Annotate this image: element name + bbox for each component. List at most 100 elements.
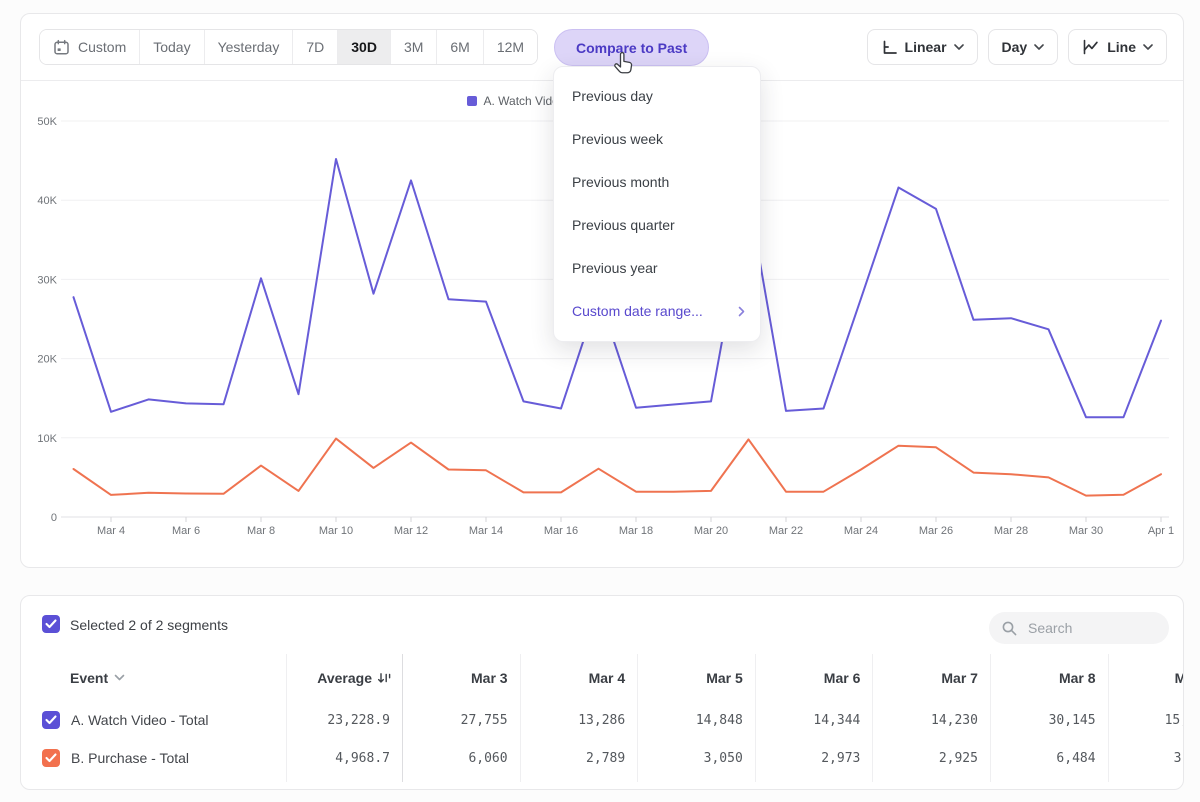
preset-3m[interactable]: 3M bbox=[390, 30, 436, 64]
chevron-down-icon bbox=[114, 674, 125, 681]
segments-table-card: Selected 2 of 2 segments Event Average Mar… bbox=[20, 595, 1184, 790]
column-divider bbox=[872, 654, 873, 782]
menu-item-custom-date-range[interactable]: Custom date range... bbox=[554, 290, 760, 333]
x-axis-label: Mar 16 bbox=[544, 525, 578, 537]
menu-item-previous-quarter[interactable]: Previous quarter bbox=[554, 204, 760, 247]
chevron-down-icon bbox=[1034, 44, 1044, 50]
column-divider bbox=[990, 654, 991, 782]
preset-label: Custom bbox=[78, 39, 126, 55]
column-divider bbox=[755, 654, 756, 782]
segment-name: A. Watch Video - Total bbox=[71, 712, 208, 728]
y-axis-label: 0 bbox=[51, 512, 57, 524]
linear-scale-icon bbox=[881, 39, 898, 56]
chart-type-dropdown-button[interactable]: Line bbox=[1068, 29, 1167, 65]
check-icon bbox=[45, 619, 57, 629]
date-value: 3,050 bbox=[637, 751, 755, 766]
interval-label: Day bbox=[1002, 39, 1028, 55]
search-box[interactable] bbox=[989, 612, 1169, 644]
y-axis-label: 50K bbox=[37, 116, 57, 128]
preset-today[interactable]: Today bbox=[139, 30, 203, 64]
scale-label: Linear bbox=[905, 39, 947, 55]
interval-dropdown-button[interactable]: Day bbox=[988, 29, 1059, 65]
preset-7d[interactable]: 7D bbox=[292, 30, 337, 64]
menu-item-previous-month[interactable]: Previous month bbox=[554, 161, 760, 204]
x-axis-label: Mar 10 bbox=[319, 525, 353, 537]
line-chart-icon bbox=[1082, 39, 1100, 55]
x-axis-label: Mar 6 bbox=[172, 525, 200, 537]
x-axis-label: Mar 18 bbox=[619, 525, 653, 537]
preset-30d[interactable]: 30D bbox=[337, 30, 390, 64]
line-series-b-purchase-total bbox=[74, 439, 1162, 496]
date-value-clipped: 3, bbox=[1108, 751, 1184, 766]
table-row: B. Purchase - Total 4,968.76,0602,7893,05… bbox=[21, 739, 1184, 777]
date-column-header: Mar 5 bbox=[637, 670, 755, 686]
selected-segments-label: Selected 2 of 2 segments bbox=[70, 617, 228, 633]
cursor-hand bbox=[612, 50, 638, 78]
chart-display-controls: Linear Day Line bbox=[867, 29, 1167, 65]
scale-dropdown-button[interactable]: Linear bbox=[867, 29, 978, 65]
date-value: 2,925 bbox=[872, 751, 990, 766]
table-row: A. Watch Video - Total23,228.927,75513,2… bbox=[21, 701, 1184, 739]
check-icon bbox=[45, 753, 57, 763]
average-header-label: Average bbox=[317, 670, 372, 686]
date-value-clipped: 15, bbox=[1108, 713, 1184, 728]
table-header-row: Event Average Mar 3Mar 4Mar 5Mar 6Mar 7Mar… bbox=[21, 654, 1184, 701]
date-value: 13,286 bbox=[520, 713, 638, 728]
y-axis-label: 20K bbox=[37, 354, 57, 366]
search-icon bbox=[1001, 620, 1018, 637]
segment-checkbox[interactable] bbox=[42, 711, 60, 729]
date-value: 14,230 bbox=[872, 713, 990, 728]
average-value: 4,968.7 bbox=[286, 751, 402, 766]
date-value: 14,848 bbox=[637, 713, 755, 728]
average-value: 23,228.9 bbox=[286, 713, 402, 728]
event-column-header[interactable]: Event bbox=[42, 670, 286, 686]
x-axis-label: Mar 20 bbox=[694, 525, 728, 537]
segment-checkbox[interactable] bbox=[42, 749, 60, 767]
calendar-icon bbox=[53, 39, 70, 56]
x-axis-label: Mar 26 bbox=[919, 525, 953, 537]
menu-item-previous-week[interactable]: Previous week bbox=[554, 118, 760, 161]
chart-type-label: Line bbox=[1107, 39, 1136, 55]
column-divider bbox=[1108, 654, 1109, 782]
chevron-down-icon bbox=[954, 44, 964, 50]
date-column-header: Mar 4 bbox=[520, 670, 638, 686]
average-column-header[interactable]: Average bbox=[286, 670, 402, 686]
y-axis-label: 30K bbox=[37, 274, 57, 286]
compare-to-past-menu: Previous dayPrevious weekPrevious monthP… bbox=[553, 66, 761, 342]
date-value: 6,060 bbox=[402, 751, 520, 766]
segment-row-label: A. Watch Video - Total bbox=[42, 711, 286, 729]
date-value: 2,789 bbox=[520, 751, 638, 766]
column-divider bbox=[520, 654, 521, 782]
x-axis-label: Mar 4 bbox=[97, 525, 125, 537]
date-range-preset-group: Custom TodayYesterday7D30D3M6M12M bbox=[39, 29, 538, 65]
column-divider bbox=[637, 654, 638, 782]
date-column-header: Mar 8 bbox=[990, 670, 1108, 686]
y-axis-label: 40K bbox=[37, 195, 57, 207]
menu-item-previous-day[interactable]: Previous day bbox=[554, 75, 760, 118]
preset-6m[interactable]: 6M bbox=[436, 30, 482, 64]
select-all-checkbox[interactable] bbox=[42, 615, 60, 633]
date-column-header: Mar 7 bbox=[872, 670, 990, 686]
date-value: 6,484 bbox=[990, 751, 1108, 766]
segment-row-label: B. Purchase - Total bbox=[42, 749, 286, 767]
chevron-right-icon bbox=[738, 306, 745, 317]
preset-yesterday[interactable]: Yesterday bbox=[204, 30, 293, 64]
preset-12m[interactable]: 12M bbox=[483, 30, 537, 64]
chevron-down-icon bbox=[1143, 44, 1153, 50]
menu-item-previous-year[interactable]: Previous year bbox=[554, 247, 760, 290]
date-value: 30,145 bbox=[990, 713, 1108, 728]
x-axis-label: Mar 14 bbox=[469, 525, 503, 537]
x-axis-label: Mar 8 bbox=[247, 525, 275, 537]
x-axis-label: Mar 24 bbox=[844, 525, 878, 537]
date-column-header: Mar 6 bbox=[755, 670, 873, 686]
column-divider bbox=[402, 654, 403, 782]
preset-custom[interactable]: Custom bbox=[40, 30, 139, 64]
search-input[interactable] bbox=[1026, 619, 1156, 637]
date-value: 14,344 bbox=[755, 713, 873, 728]
check-icon bbox=[45, 715, 57, 725]
date-column-header: Mar 3 bbox=[402, 670, 520, 686]
x-axis-label: Apr 1 bbox=[1148, 525, 1174, 537]
x-axis-label: Mar 12 bbox=[394, 525, 428, 537]
sort-descending-icon bbox=[377, 671, 392, 685]
segment-name: B. Purchase - Total bbox=[71, 750, 189, 766]
